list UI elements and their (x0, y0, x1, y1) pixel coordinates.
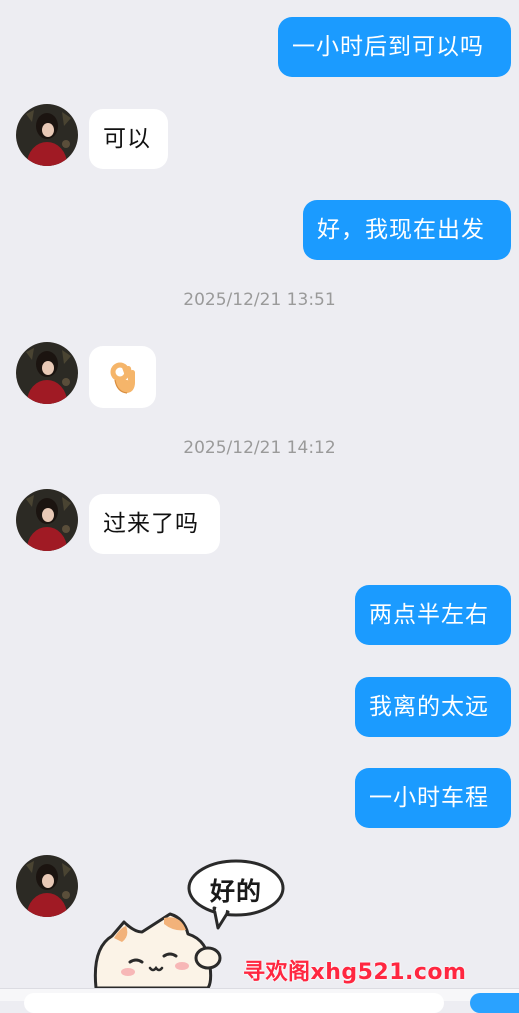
message-bubble-sent[interactable]: 一小时车程 (355, 768, 511, 828)
timestamp: 2025/12/21 14:12 (183, 438, 336, 458)
avatar[interactable] (16, 855, 78, 917)
watermark: 寻欢阁xhg521.com (243, 960, 467, 985)
avatar[interactable] (16, 104, 78, 166)
chat-message-list[interactable]: 一小时后到可以吗 可以 好，我现在出发 2025/12/21 13:51 202… (0, 0, 519, 1000)
message-bubble-sent[interactable]: 好，我现在出发 (303, 200, 511, 260)
avatar[interactable] (16, 342, 78, 404)
sticker-text: 好的 (209, 877, 262, 906)
message-bubble-received[interactable]: 过来了吗 (89, 494, 220, 554)
message-bubble-received[interactable]: 可以 (89, 109, 168, 169)
avatar[interactable] (16, 489, 78, 551)
message-bubble-sent[interactable]: 两点半左右 (355, 585, 511, 645)
message-input[interactable] (24, 993, 444, 1013)
ok-hand-emoji-icon (110, 362, 135, 394)
message-bubble-received[interactable] (89, 346, 156, 408)
message-bubble-sent[interactable]: 我离的太远 (355, 677, 511, 737)
message-bubble-sent[interactable]: 一小时后到可以吗 (278, 17, 511, 77)
timestamp: 2025/12/21 13:51 (183, 290, 336, 310)
send-button[interactable] (470, 993, 519, 1013)
